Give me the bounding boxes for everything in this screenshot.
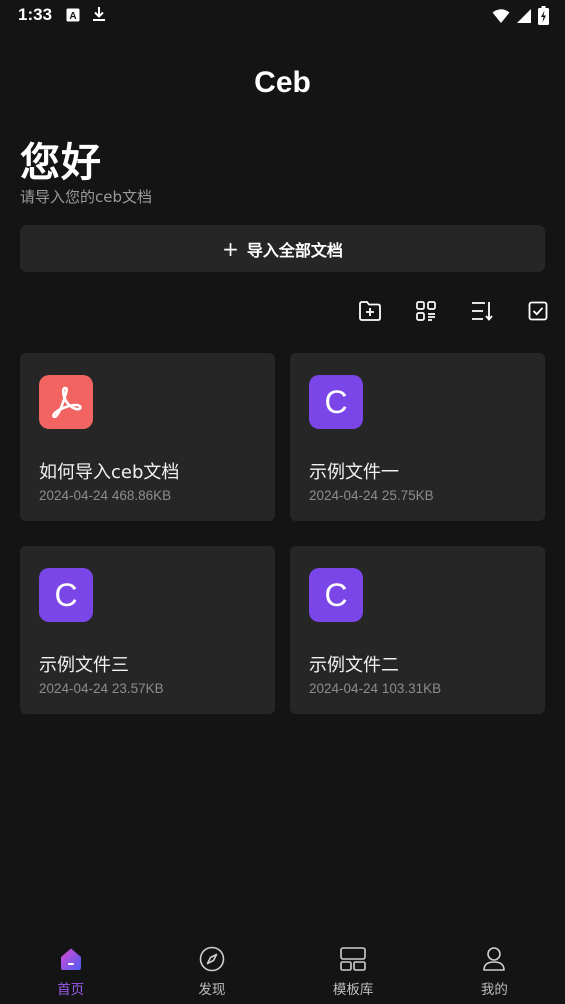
status-bar: 1:33 A [0,0,565,32]
file-meta: 2024-04-24 103.31KB [309,681,441,696]
battery-charging-icon [538,6,549,29]
svg-text:A: A [69,11,76,22]
file-size: 23.57KB [111,681,164,696]
new-folder-button[interactable] [353,298,387,328]
nav-item-templates[interactable]: 模板库 [283,930,424,1004]
select-checkbox-icon [528,301,548,325]
file-title: 示例文件二 [309,655,399,676]
nav-label-mine: 我的 [480,982,508,998]
file-card[interactable]: C 示例文件二 2024-04-24 103.31KB [290,546,545,714]
pdf-icon [39,375,93,429]
app-title: Ceb [254,66,311,99]
file-date: 2024-04-24 [39,488,109,503]
nav-item-discover[interactable]: 发现 [141,930,282,1004]
greeting-heading: 您好 [20,140,102,186]
import-all-button[interactable]: + 导入全部文档 [20,225,545,272]
ceb-file-icon: C [39,568,93,622]
plus-icon: + [222,236,239,261]
ceb-file-icon: C [309,568,363,622]
user-icon [479,944,509,974]
grid-view-icon [415,300,437,326]
home-icon [56,944,86,974]
file-meta: 2024-04-24 468.86KB [39,488,171,503]
nav-item-home[interactable]: 首页 [0,930,141,1004]
file-card[interactable]: C 示例文件三 2024-04-24 23.57KB [20,546,275,714]
ceb-file-icon: C [309,375,363,429]
status-time: 1:33 [18,5,53,24]
file-date: 2024-04-24 [39,681,109,696]
file-card[interactable]: 如何导入ceb文档 2024-04-24 468.86KB [20,353,275,521]
file-card[interactable]: C 示例文件一 2024-04-24 25.75KB [290,353,545,521]
status-notification-icons: A [66,6,106,26]
home-screen: 1:33 A Ceb 您好 请导入您的ceb文档 + 导入全部文档 如何导入ce… [0,0,565,1004]
file-size: 103.31KB [381,681,442,696]
multi-select-button[interactable] [521,298,555,328]
file-toolbar [353,298,555,328]
import-all-label: 导入全部文档 [246,240,343,260]
grid-view-button[interactable] [409,298,443,328]
signal-icon [516,8,532,28]
sort-button[interactable] [465,298,499,328]
file-size: 468.86KB [111,488,172,503]
wifi-icon [492,8,510,28]
file-date: 2024-04-24 [309,681,379,696]
nav-label-discover: 发现 [198,982,226,998]
status-system-icons [492,6,549,29]
template-icon [338,944,368,974]
file-meta: 2024-04-24 23.57KB [39,681,164,696]
font-a-icon: A [66,7,80,26]
file-title: 示例文件一 [309,462,399,483]
file-size: 25.75KB [381,488,434,503]
nav-label-templates: 模板库 [332,982,374,998]
file-title: 示例文件三 [39,655,129,676]
download-icon [92,6,106,26]
nav-item-mine[interactable]: 我的 [424,930,565,1004]
file-meta: 2024-04-24 25.75KB [309,488,434,503]
file-title: 如何导入ceb文档 [39,462,180,483]
file-date: 2024-04-24 [309,488,379,503]
sort-icon [470,300,494,326]
greeting-subtitle: 请导入您的ceb文档 [20,188,152,206]
bottom-nav: 首页 发现 模板库 我的 [0,930,565,1004]
nav-label-home: 首页 [57,982,85,998]
compass-icon [197,944,227,974]
new-folder-icon [358,300,382,326]
